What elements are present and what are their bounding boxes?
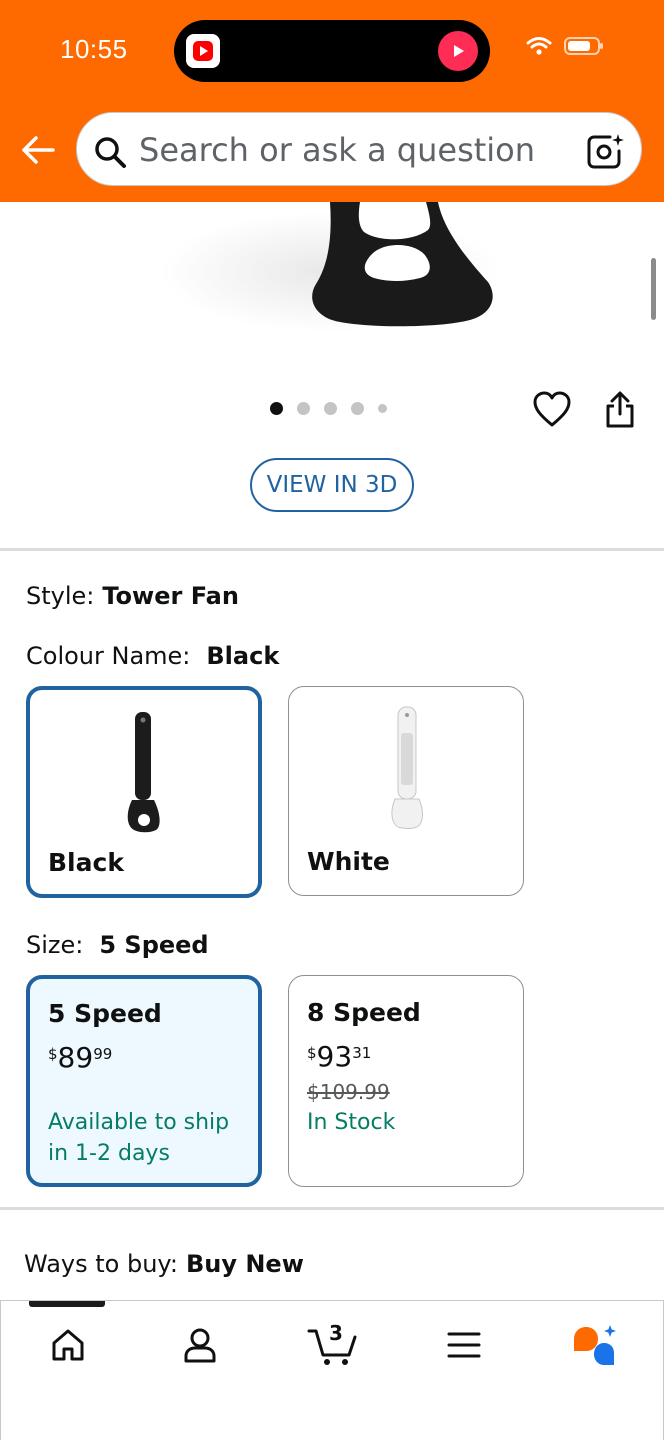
wifi-icon [526, 37, 552, 55]
size-option-list-price: $109.99 [307, 1080, 390, 1104]
account-icon [184, 1328, 216, 1363]
ways-to-buy: Ways to buy: Buy New [24, 1250, 304, 1278]
style-value: Tower Fan [102, 582, 239, 610]
nav-account[interactable] [175, 1323, 225, 1367]
nav-rufus[interactable] [571, 1323, 621, 1367]
status-time: 10:55 [60, 34, 128, 64]
app-header: 10:55 [0, 0, 664, 202]
wishlist-button[interactable] [532, 390, 572, 430]
camera-search-icon[interactable] [585, 131, 625, 171]
rufus-assistant-icon [574, 1325, 616, 1365]
pager-dot[interactable] [378, 404, 387, 413]
search-input[interactable] [139, 113, 579, 187]
status-icons [526, 36, 604, 56]
size-option-label: 5 Speed [48, 999, 162, 1028]
nav-menu[interactable] [439, 1323, 489, 1367]
size-option-price: $8999 [48, 1041, 113, 1074]
youtube-music-icon [186, 34, 220, 68]
pager-dot[interactable] [351, 402, 364, 415]
pager-dot[interactable] [324, 402, 337, 415]
search-bar[interactable] [76, 112, 642, 187]
colour-option-label: White [307, 847, 390, 876]
back-arrow-icon [22, 136, 55, 164]
battery-icon [564, 37, 603, 55]
share-icon [606, 391, 634, 428]
nav-cart[interactable]: 3 [307, 1321, 359, 1367]
size-value: 5 Speed [99, 931, 209, 959]
image-pager [270, 402, 387, 415]
size-label: Size: [26, 931, 84, 959]
play-icon[interactable] [438, 31, 478, 71]
ways-to-buy-label: Ways to buy: [24, 1250, 178, 1278]
ways-to-buy-value: Buy New [185, 1250, 304, 1278]
pager-dot[interactable] [270, 402, 283, 415]
size-option-5-speed[interactable]: 5 Speed $8999 Available to ship in 1-2 d… [26, 975, 262, 1187]
heart-icon [533, 391, 571, 427]
active-tab-indicator [29, 1301, 105, 1307]
size-option-price: $9331 [307, 1040, 372, 1073]
size-selection: Size: 5 Speed [26, 931, 209, 959]
scrollbar[interactable] [651, 258, 656, 320]
pager-dot[interactable] [297, 402, 310, 415]
colour-value: Black [206, 642, 280, 670]
search-icon [95, 137, 126, 168]
product-image[interactable] [0, 202, 664, 362]
cart-count-badge: 3 [329, 1321, 343, 1345]
style-selection: Style: Tower Fan [26, 582, 239, 610]
section-divider [0, 1207, 664, 1210]
size-option-label: 8 Speed [307, 998, 421, 1027]
style-label: Style: [26, 582, 95, 610]
size-option-8-speed[interactable]: 8 Speed $9331 $109.99 In Stock [288, 975, 524, 1187]
dynamic-island [174, 20, 490, 82]
menu-icon [447, 1332, 481, 1358]
nav-home[interactable] [43, 1323, 93, 1367]
size-option-availability: Available to ship in 1-2 days [48, 1110, 230, 1166]
back-button[interactable] [18, 132, 58, 168]
colour-option-white[interactable]: White [288, 686, 524, 896]
black-fan-thumbnail [127, 712, 160, 833]
colour-selection: Colour Name: Black [26, 642, 279, 670]
colour-option-black[interactable]: Black [26, 686, 262, 898]
section-divider [0, 548, 664, 551]
colour-label: Colour Name: [26, 642, 191, 670]
colour-option-label: Black [48, 848, 124, 877]
share-button[interactable] [602, 390, 638, 430]
view-in-3d-button[interactable]: VIEW IN 3D [250, 458, 414, 512]
white-fan-thumbnail [391, 706, 423, 829]
home-icon [52, 1329, 84, 1361]
bottom-navigation: 3 [0, 1300, 664, 1440]
size-option-availability: In Stock [307, 1110, 396, 1135]
